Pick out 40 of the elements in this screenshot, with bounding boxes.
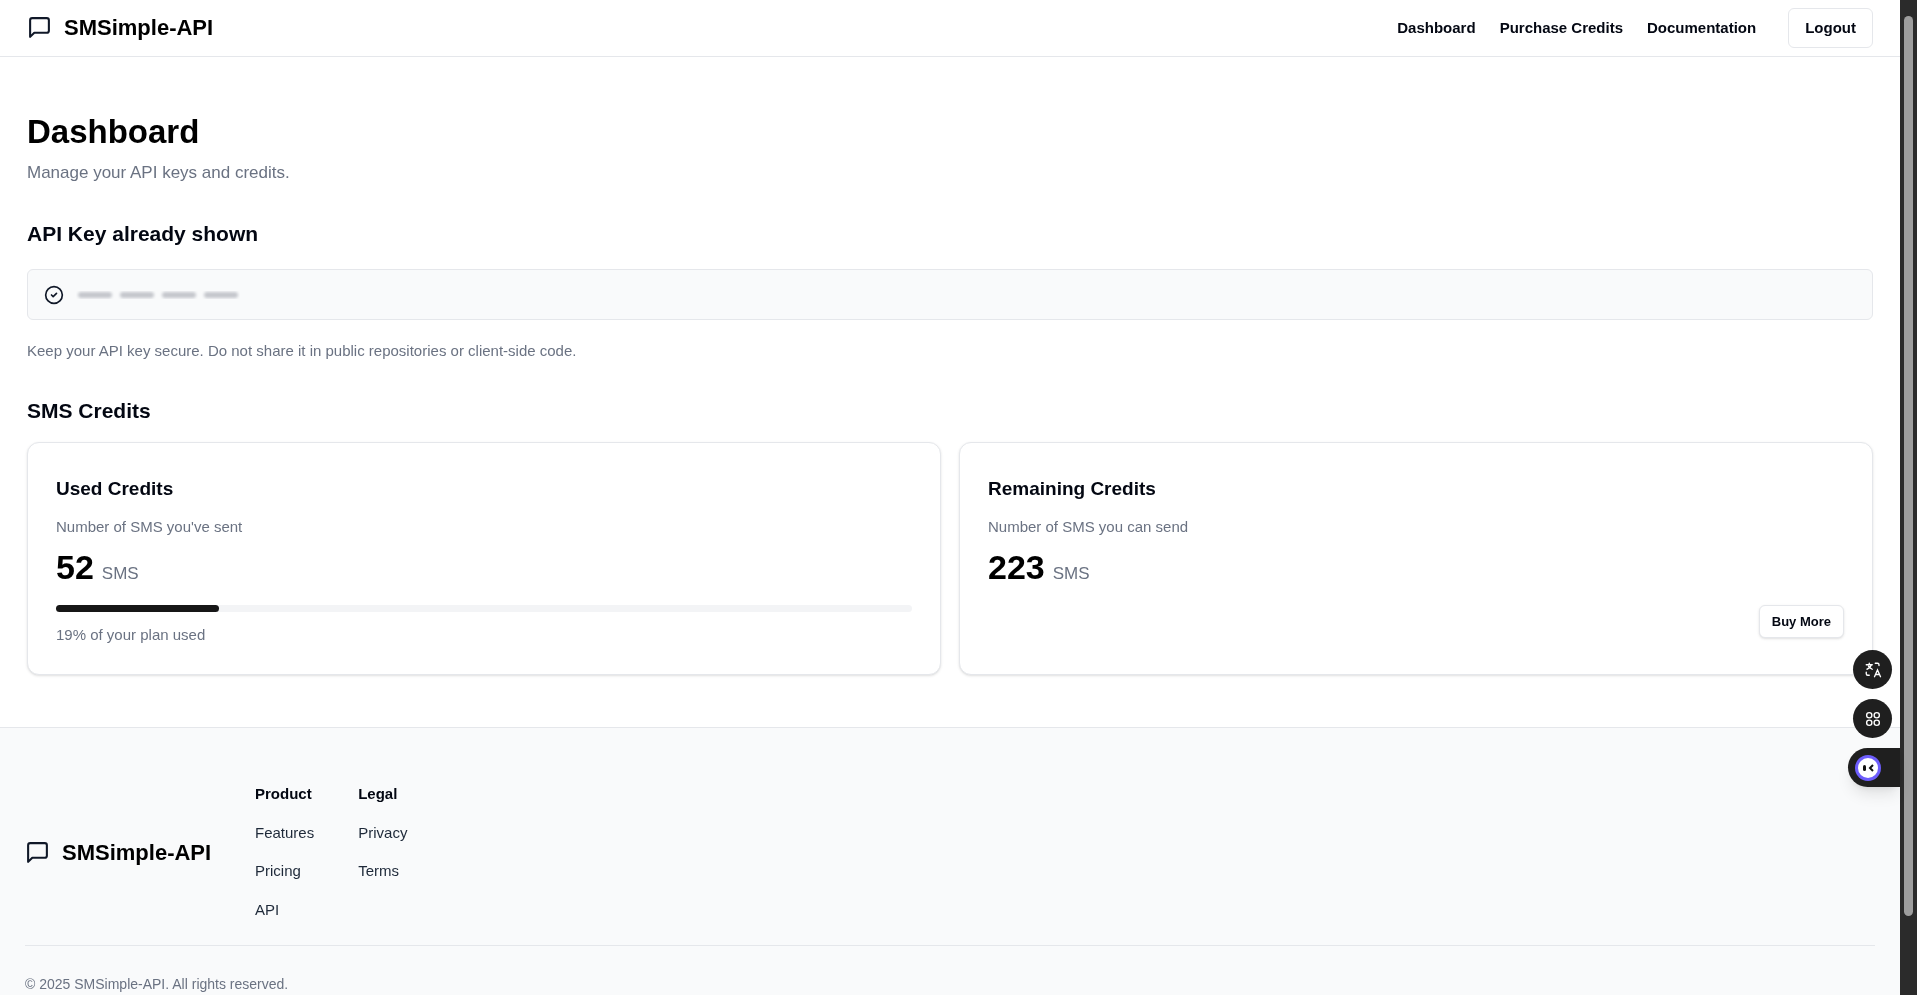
card-description: Number of SMS you can send (988, 516, 1190, 537)
credit-count: 52 (56, 547, 94, 588)
card-title: Remaining Credits (988, 477, 1157, 501)
translate-icon (1863, 660, 1882, 679)
scrollbar-thumb[interactable] (1904, 16, 1913, 916)
footer-link[interactable]: Terms (358, 860, 408, 883)
security-note: Keep your API key secure. Do not share it in public repositories or client-side code. (27, 341, 578, 361)
section-heading: SMS Credits (27, 397, 152, 424)
footer-brand: SMSimple-API (62, 838, 212, 867)
section-heading: API Key already shown (27, 220, 260, 247)
card-description: Number of SMS you've sent (56, 516, 244, 537)
nav-link[interactable]: Documentation (1647, 16, 1757, 40)
page-subtitle: Manage your API keys and credits. (27, 162, 291, 184)
card-title: Used Credits (56, 477, 175, 501)
footer-link[interactable]: API (255, 898, 315, 921)
chat-bubble-icon (25, 839, 50, 865)
translate-button[interactable] (1853, 650, 1892, 689)
scrollbar[interactable] (1900, 0, 1917, 995)
footer-link[interactable]: Features (255, 821, 315, 844)
footer-column-heading: Product (255, 784, 313, 804)
credit-count: 223 (988, 547, 1045, 588)
brand-name[interactable]: SMSimple-API (64, 11, 214, 45)
check-circle-icon (44, 284, 64, 305)
unit-label: SMS (101, 563, 139, 585)
usage-caption: 19% of your plan used (56, 624, 207, 645)
unit-label: SMS (1052, 563, 1090, 585)
api-key-field[interactable] (27, 269, 1873, 320)
bot-face-icon (1854, 753, 1882, 782)
chat-bubble-icon (27, 15, 52, 41)
footer-link[interactable]: Pricing (255, 860, 315, 883)
buy-more-button[interactable]: Buy More (1758, 604, 1844, 638)
copyright-text: © 2025 SMSimple-API. All rights reserved. (25, 975, 290, 994)
footer-column-heading: Legal (358, 784, 399, 804)
logout-button[interactable]: Logout (1788, 7, 1873, 49)
assistant-button[interactable] (1848, 748, 1900, 787)
nav-link[interactable]: Dashboard (1397, 16, 1476, 40)
nav-link[interactable]: Purchase Credits (1499, 16, 1623, 40)
footer-link[interactable]: Privacy (358, 821, 408, 844)
page-title: Dashboard (27, 111, 201, 152)
apps-icon (1863, 709, 1882, 728)
